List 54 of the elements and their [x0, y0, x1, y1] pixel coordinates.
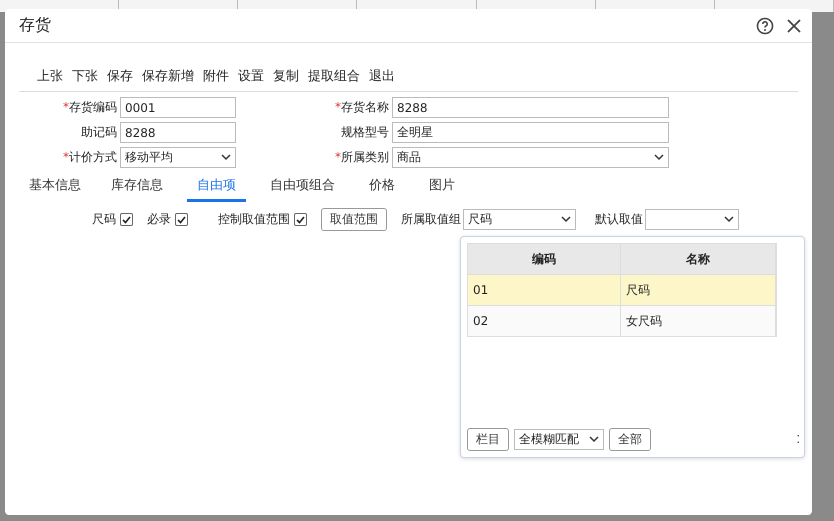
checkbox-label: 必录 [147, 211, 171, 228]
table-cell: 女尺码 [621, 306, 776, 336]
tab[interactable]: 库存信息 [101, 172, 173, 202]
select-field[interactable]: 尺码 [463, 209, 576, 230]
list-row[interactable]: 02 女尺码 [468, 305, 776, 336]
toolbar-button[interactable]: 保存新增 [138, 65, 198, 87]
select-field[interactable]: 商品 [392, 147, 669, 168]
help-icon[interactable] [756, 16, 774, 34]
input-field[interactable]: 全明星 [392, 122, 669, 143]
toolbar-button[interactable]: 退出 [365, 65, 399, 87]
resize-grip[interactable]: ⁚ [796, 433, 800, 446]
tab[interactable]: 图片 [419, 172, 465, 202]
field-label: *所属类别 [334, 149, 389, 166]
input-field[interactable]: 8288 [392, 97, 669, 118]
tab[interactable]: 基本信息 [19, 172, 91, 202]
input-field[interactable]: 8288 [120, 122, 236, 143]
table-cell: 02 [468, 306, 621, 336]
field-label: 所属取值组 [401, 211, 461, 228]
toolbar-button[interactable]: 上张 [33, 65, 67, 87]
window-title: 存货 [19, 15, 51, 36]
checkbox[interactable] [175, 213, 188, 226]
toolbar-button[interactable]: 设置 [234, 65, 268, 87]
field-label: *计价方式 [62, 149, 117, 166]
tab[interactable]: 自由项 [187, 172, 246, 202]
tab[interactable]: 自由项组合 [260, 172, 345, 202]
select-field[interactable] [645, 209, 739, 230]
range-button[interactable]: 取值范围 [321, 208, 387, 231]
input-field[interactable]: 0001 [120, 97, 236, 118]
checkbox-label: 控制取值范围 [218, 211, 290, 228]
all-button[interactable]: 全部 [609, 428, 651, 451]
field-label: 助记码 [80, 124, 117, 141]
field-label: 规格型号 [340, 124, 389, 141]
field-label: *存货编码 [62, 99, 117, 116]
checkbox-label: 尺码 [92, 211, 116, 228]
toolbar-button[interactable]: 提取组合 [304, 65, 364, 87]
checkbox[interactable] [120, 213, 133, 226]
close-icon[interactable] [786, 18, 802, 34]
tab[interactable]: 价格 [359, 172, 405, 202]
chevron-icon [561, 216, 571, 223]
toolbar-button[interactable]: 下张 [68, 65, 102, 87]
select-field[interactable]: 移动平均 [120, 147, 236, 168]
toolbar-button[interactable]: 附件 [199, 65, 233, 87]
match-mode-select[interactable]: 全模糊匹配 [514, 429, 604, 450]
chevron-icon [221, 154, 231, 161]
field-label: 默认取值 [595, 211, 643, 228]
chevron-icon [589, 436, 599, 443]
toolbar-button[interactable]: 复制 [269, 65, 303, 87]
field-label: *存货名称 [334, 99, 389, 116]
chevron-icon [724, 216, 734, 223]
chevron-icon [654, 154, 664, 161]
columns-button[interactable]: 栏目 [467, 428, 509, 451]
checkbox[interactable] [294, 213, 307, 226]
list-row[interactable]: 01 尺码 [468, 274, 776, 305]
toolbar-button[interactable]: 保存 [103, 65, 137, 87]
